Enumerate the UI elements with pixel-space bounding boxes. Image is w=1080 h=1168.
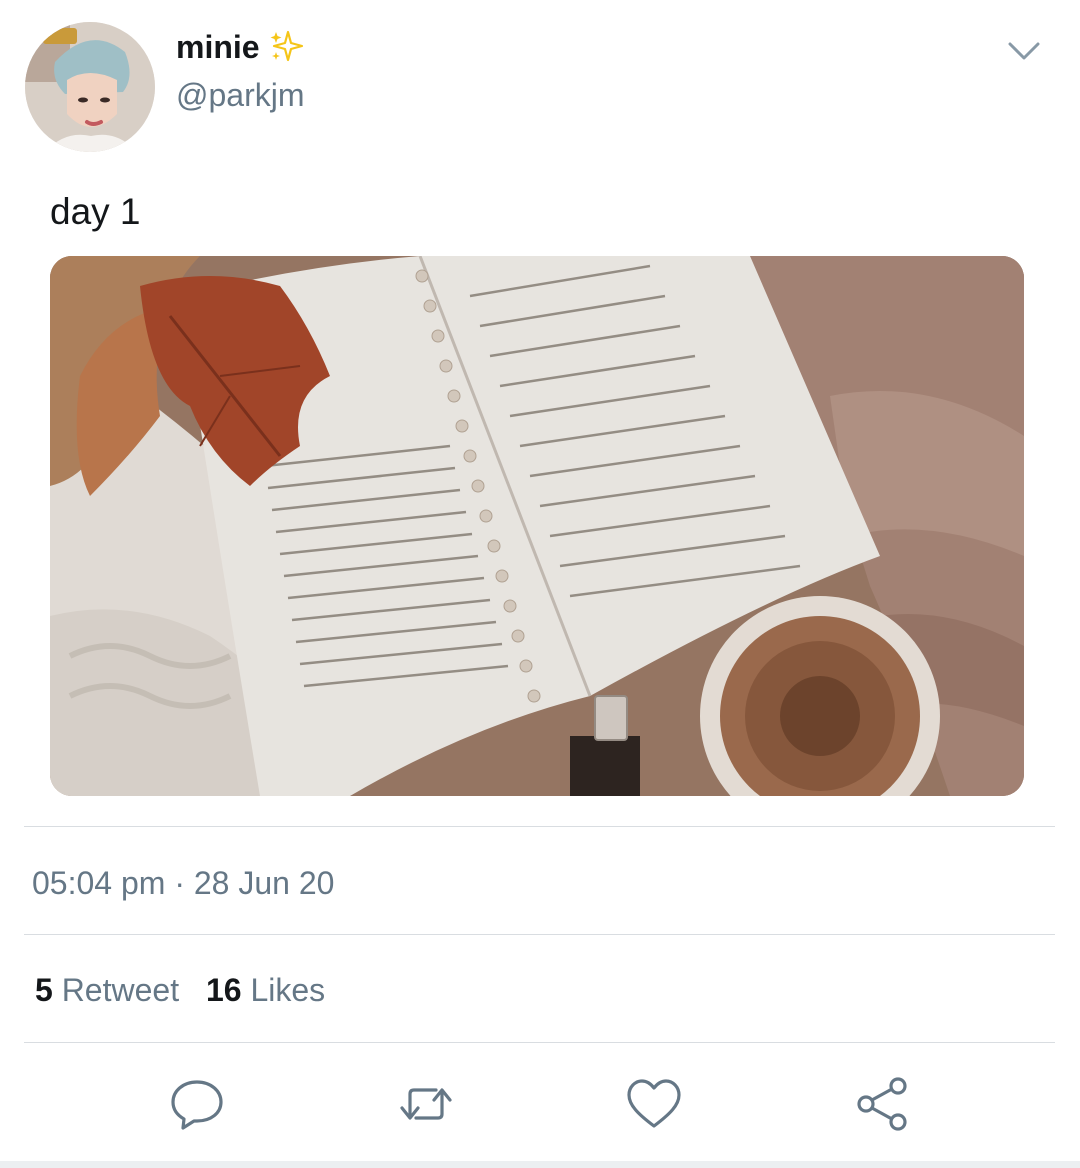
timestamp-separator: ·	[174, 865, 185, 901]
tweet-image-drawing	[50, 256, 1024, 796]
avatar[interactable]	[25, 22, 155, 152]
chevron-down-icon[interactable]	[1004, 36, 1044, 68]
share-icon[interactable]	[852, 1074, 912, 1134]
retweet-icon[interactable]	[396, 1074, 456, 1134]
retweet-label[interactable]: Retweet	[62, 972, 179, 1008]
tweet-image[interactable]	[50, 256, 1024, 796]
retweet-count[interactable]: 5	[35, 972, 53, 1008]
divider-middle	[24, 934, 1055, 935]
sparkles-icon	[268, 30, 304, 73]
tweet-timestamp: 05:04 pm · 28 Jun 20	[32, 863, 334, 903]
user-handle[interactable]: @parkjm	[176, 75, 305, 115]
tweet-text: day 1	[50, 191, 141, 232]
divider-bottom	[24, 1042, 1055, 1043]
like-icon[interactable]	[624, 1074, 684, 1134]
like-count[interactable]: 16	[206, 972, 242, 1008]
display-name-text: minie	[176, 29, 260, 65]
like-label[interactable]: Likes	[250, 972, 325, 1008]
display-name[interactable]: minie	[176, 27, 304, 73]
divider-top	[24, 826, 1055, 827]
tweet-stats: 5 Retweet 16 Likes	[35, 970, 325, 1010]
bottom-edge	[0, 1161, 1080, 1168]
tweet-date: 28 Jun 20	[193, 865, 335, 901]
avatar-image	[25, 22, 155, 152]
tweet-time: 05:04 pm	[32, 865, 166, 901]
reply-icon[interactable]	[167, 1074, 227, 1134]
